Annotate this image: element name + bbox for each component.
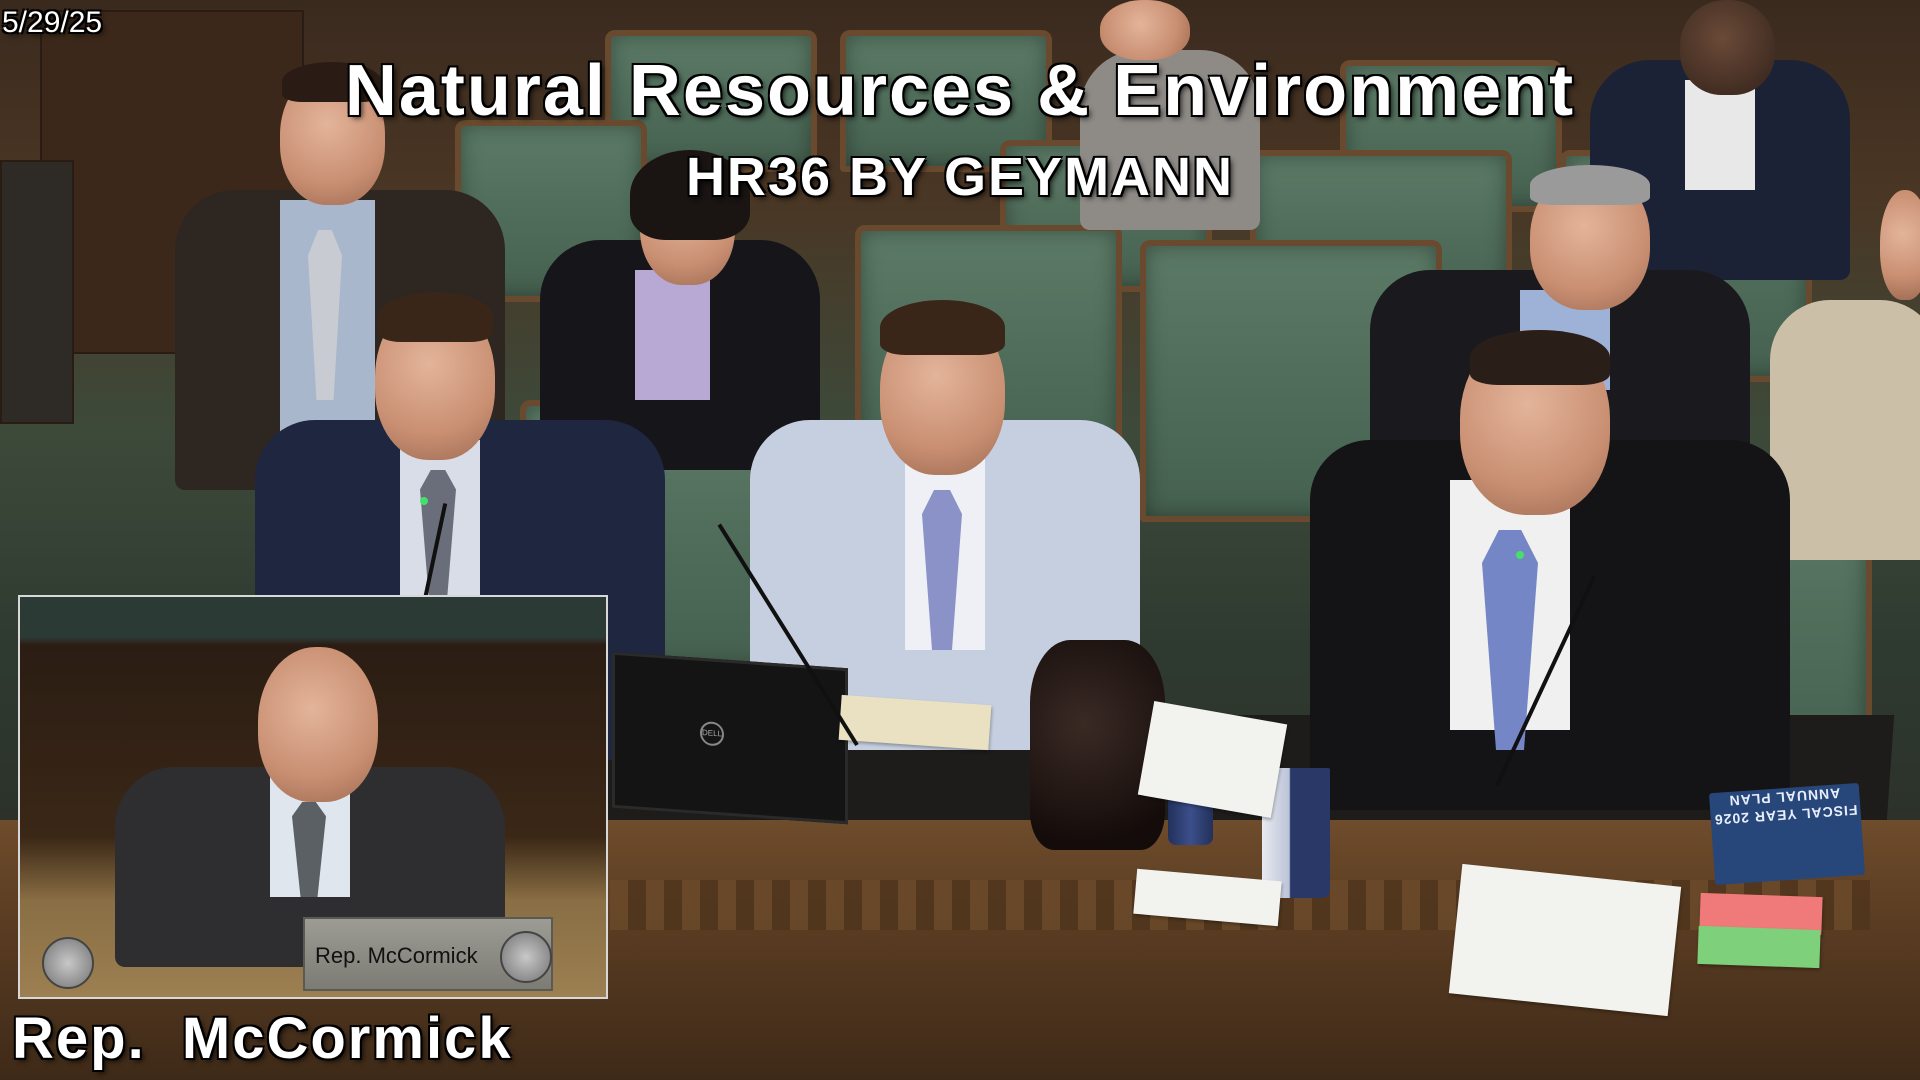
laptop-logo: DELL [700,720,724,747]
bill-subtitle: HR36 BY GEYMANN [685,147,1235,207]
speaker-inset: Rep. McCormick [18,595,608,999]
broadcast-date: 5/29/25 [2,6,103,39]
papers-stack [1448,863,1682,1017]
water-pitcher [1030,640,1165,850]
nameplate-seal [500,931,552,983]
state-seal [42,937,94,989]
folder-green [1697,925,1821,969]
mic-led [420,497,428,505]
annual-plan-book: FISCAL YEAR 2026 ANNUAL PLAN [1708,782,1866,886]
committee-title: Natural Resources & Environment [344,51,1576,131]
speaker-caption: Rep. McCormick [12,1006,513,1071]
book-title: FISCAL YEAR 2026 ANNUAL PLAN [1713,785,1858,829]
mic-led [1516,551,1524,559]
